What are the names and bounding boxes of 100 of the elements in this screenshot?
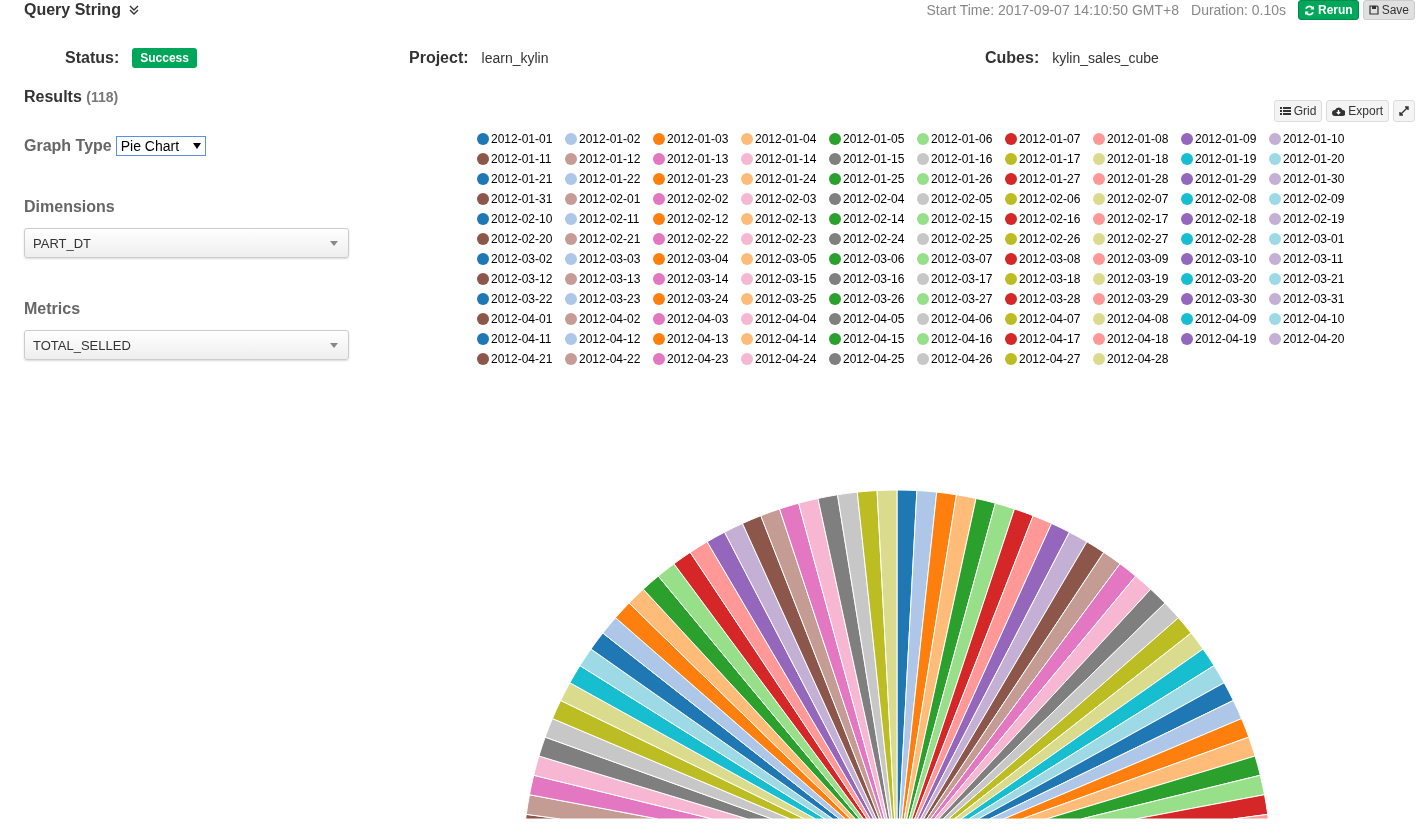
legend-label: 2012-02-26 xyxy=(1019,232,1081,246)
cubes-label: Cubes: xyxy=(985,49,1040,67)
legend-label: 2012-03-18 xyxy=(1019,272,1081,286)
legend-label: 2012-04-20 xyxy=(1283,332,1345,346)
legend-label: 2012-03-30 xyxy=(1195,292,1257,306)
legend-label: 2012-04-24 xyxy=(755,352,817,366)
legend-label: 2012-01-13 xyxy=(667,152,729,166)
export-button[interactable]: Export xyxy=(1326,100,1389,122)
caret-icon xyxy=(192,143,201,149)
legend-label: 2012-04-14 xyxy=(755,332,817,346)
legend-label: 2012-03-09 xyxy=(1107,252,1169,266)
legend-label: 2012-01-06 xyxy=(931,132,993,146)
legend-label: 2012-02-02 xyxy=(667,192,729,206)
save-button[interactable]: Save xyxy=(1362,0,1415,20)
legend-label: 2012-01-24 xyxy=(755,172,817,186)
expand-button[interactable] xyxy=(1393,100,1415,122)
legend-label: 2012-04-06 xyxy=(931,312,993,326)
legend-label: 2012-04-01 xyxy=(491,312,553,326)
legend-label: 2012-02-09 xyxy=(1283,192,1345,206)
legend-label: 2012-01-28 xyxy=(1107,172,1169,186)
legend-label: 2012-03-02 xyxy=(491,252,553,266)
legend-label: 2012-03-26 xyxy=(843,292,905,306)
legend-label: 2012-04-16 xyxy=(931,332,993,346)
legend-label: 2012-03-06 xyxy=(843,252,905,266)
legend-label: 2012-03-24 xyxy=(667,292,729,306)
legend-label: 2012-03-20 xyxy=(1195,272,1257,286)
legend-label: 2012-02-20 xyxy=(491,232,553,246)
legend-label: 2012-01-30 xyxy=(1283,172,1345,186)
legend-label: 2012-02-22 xyxy=(667,232,729,246)
legend-label: 2012-01-05 xyxy=(843,132,905,146)
legend-label: 2012-01-04 xyxy=(755,132,817,146)
legend-label: 2012-02-15 xyxy=(931,212,993,226)
legend-label: 2012-01-29 xyxy=(1195,172,1257,186)
legend-label: 2012-01-16 xyxy=(931,152,993,166)
legend-label: 2012-01-19 xyxy=(1195,152,1257,166)
legend-label: 2012-03-31 xyxy=(1283,292,1345,306)
legend-label: 2012-02-08 xyxy=(1195,192,1257,206)
legend-label: 2012-02-25 xyxy=(931,232,993,246)
results-heading: Results (118) xyxy=(24,88,120,106)
legend-label: 2012-02-03 xyxy=(755,192,817,206)
legend-label: 2012-03-15 xyxy=(755,272,817,286)
list-icon xyxy=(1279,106,1291,116)
legend-label: 2012-02-23 xyxy=(755,232,817,246)
legend-label: 2012-04-28 xyxy=(1107,352,1169,366)
legend-label: 2012-04-09 xyxy=(1195,312,1257,326)
legend-label: 2012-01-07 xyxy=(1019,132,1081,146)
caret-icon xyxy=(330,342,338,348)
legend-label: 2012-04-13 xyxy=(667,332,729,346)
legend-label: 2012-01-11 xyxy=(491,152,552,166)
legend-label: 2012-01-18 xyxy=(1107,152,1169,166)
refresh-icon xyxy=(1303,4,1315,16)
legend-label: 2012-04-03 xyxy=(667,312,729,326)
legend-label: 2012-02-12 xyxy=(667,212,729,226)
legend-label: 2012-02-14 xyxy=(843,212,905,226)
legend-label: 2012-04-10 xyxy=(1283,312,1345,326)
legend-label: 2012-03-16 xyxy=(843,272,905,286)
legend-label: 2012-02-24 xyxy=(843,232,905,246)
grid-button[interactable]: Grid xyxy=(1273,100,1323,122)
legend-label: 2012-02-18 xyxy=(1195,212,1257,226)
legend-label: 2012-02-06 xyxy=(1019,192,1081,206)
legend-label: 2012-03-19 xyxy=(1107,272,1169,286)
legend-label: 2012-02-07 xyxy=(1107,192,1169,206)
legend-label: 2012-03-27 xyxy=(931,292,993,306)
legend-label: 2012-02-13 xyxy=(755,212,817,226)
legend-label: 2012-03-22 xyxy=(491,292,553,306)
legend-label: 2012-02-21 xyxy=(579,232,641,246)
legend-label: 2012-01-31 xyxy=(491,192,553,206)
legend-label: 2012-02-11 xyxy=(579,212,640,226)
legend-label: 2012-01-26 xyxy=(931,172,993,186)
legend-label: 2012-04-05 xyxy=(843,312,905,326)
legend-label: 2012-01-15 xyxy=(843,152,905,166)
metrics-label: Metrics xyxy=(24,300,82,318)
section-title: Query String xyxy=(24,1,121,19)
cubes-value: kylin_sales_cube xyxy=(1052,50,1159,66)
legend-label: 2012-04-19 xyxy=(1195,332,1257,346)
legend-label: 2012-01-25 xyxy=(843,172,905,186)
double-chevron-icon[interactable] xyxy=(128,5,139,15)
expand-icon xyxy=(1399,106,1409,116)
legend-label: 2012-03-07 xyxy=(931,252,993,266)
legend-label: 2012-03-28 xyxy=(1019,292,1081,306)
cloud-download-icon xyxy=(1332,106,1346,116)
dimensions-select[interactable]: PART_DT xyxy=(24,228,349,258)
legend-label: 2012-03-10 xyxy=(1195,252,1257,266)
legend-label: 2012-02-10 xyxy=(491,212,553,226)
floppy-icon xyxy=(1368,5,1379,15)
legend-label: 2012-04-21 xyxy=(491,352,553,366)
graph-type-select[interactable]: Pie Chart xyxy=(115,136,206,156)
legend-label: 2012-03-13 xyxy=(579,272,641,286)
legend-label: 2012-03-04 xyxy=(667,252,729,266)
legend-label: 2012-03-01 xyxy=(1283,232,1345,246)
legend-label: 2012-04-18 xyxy=(1107,332,1169,346)
legend-label: 2012-03-12 xyxy=(491,272,553,286)
legend-label: 2012-01-17 xyxy=(1019,152,1081,166)
legend-label: 2012-01-14 xyxy=(755,152,817,166)
legend-label: 2012-04-22 xyxy=(579,352,641,366)
legend-label: 2012-01-21 xyxy=(491,172,553,186)
legend-label: 2012-03-25 xyxy=(755,292,817,306)
legend-label: 2012-02-28 xyxy=(1195,232,1257,246)
legend-label: 2012-01-02 xyxy=(579,132,641,146)
metrics-select[interactable]: TOTAL_SELLED xyxy=(24,330,349,360)
